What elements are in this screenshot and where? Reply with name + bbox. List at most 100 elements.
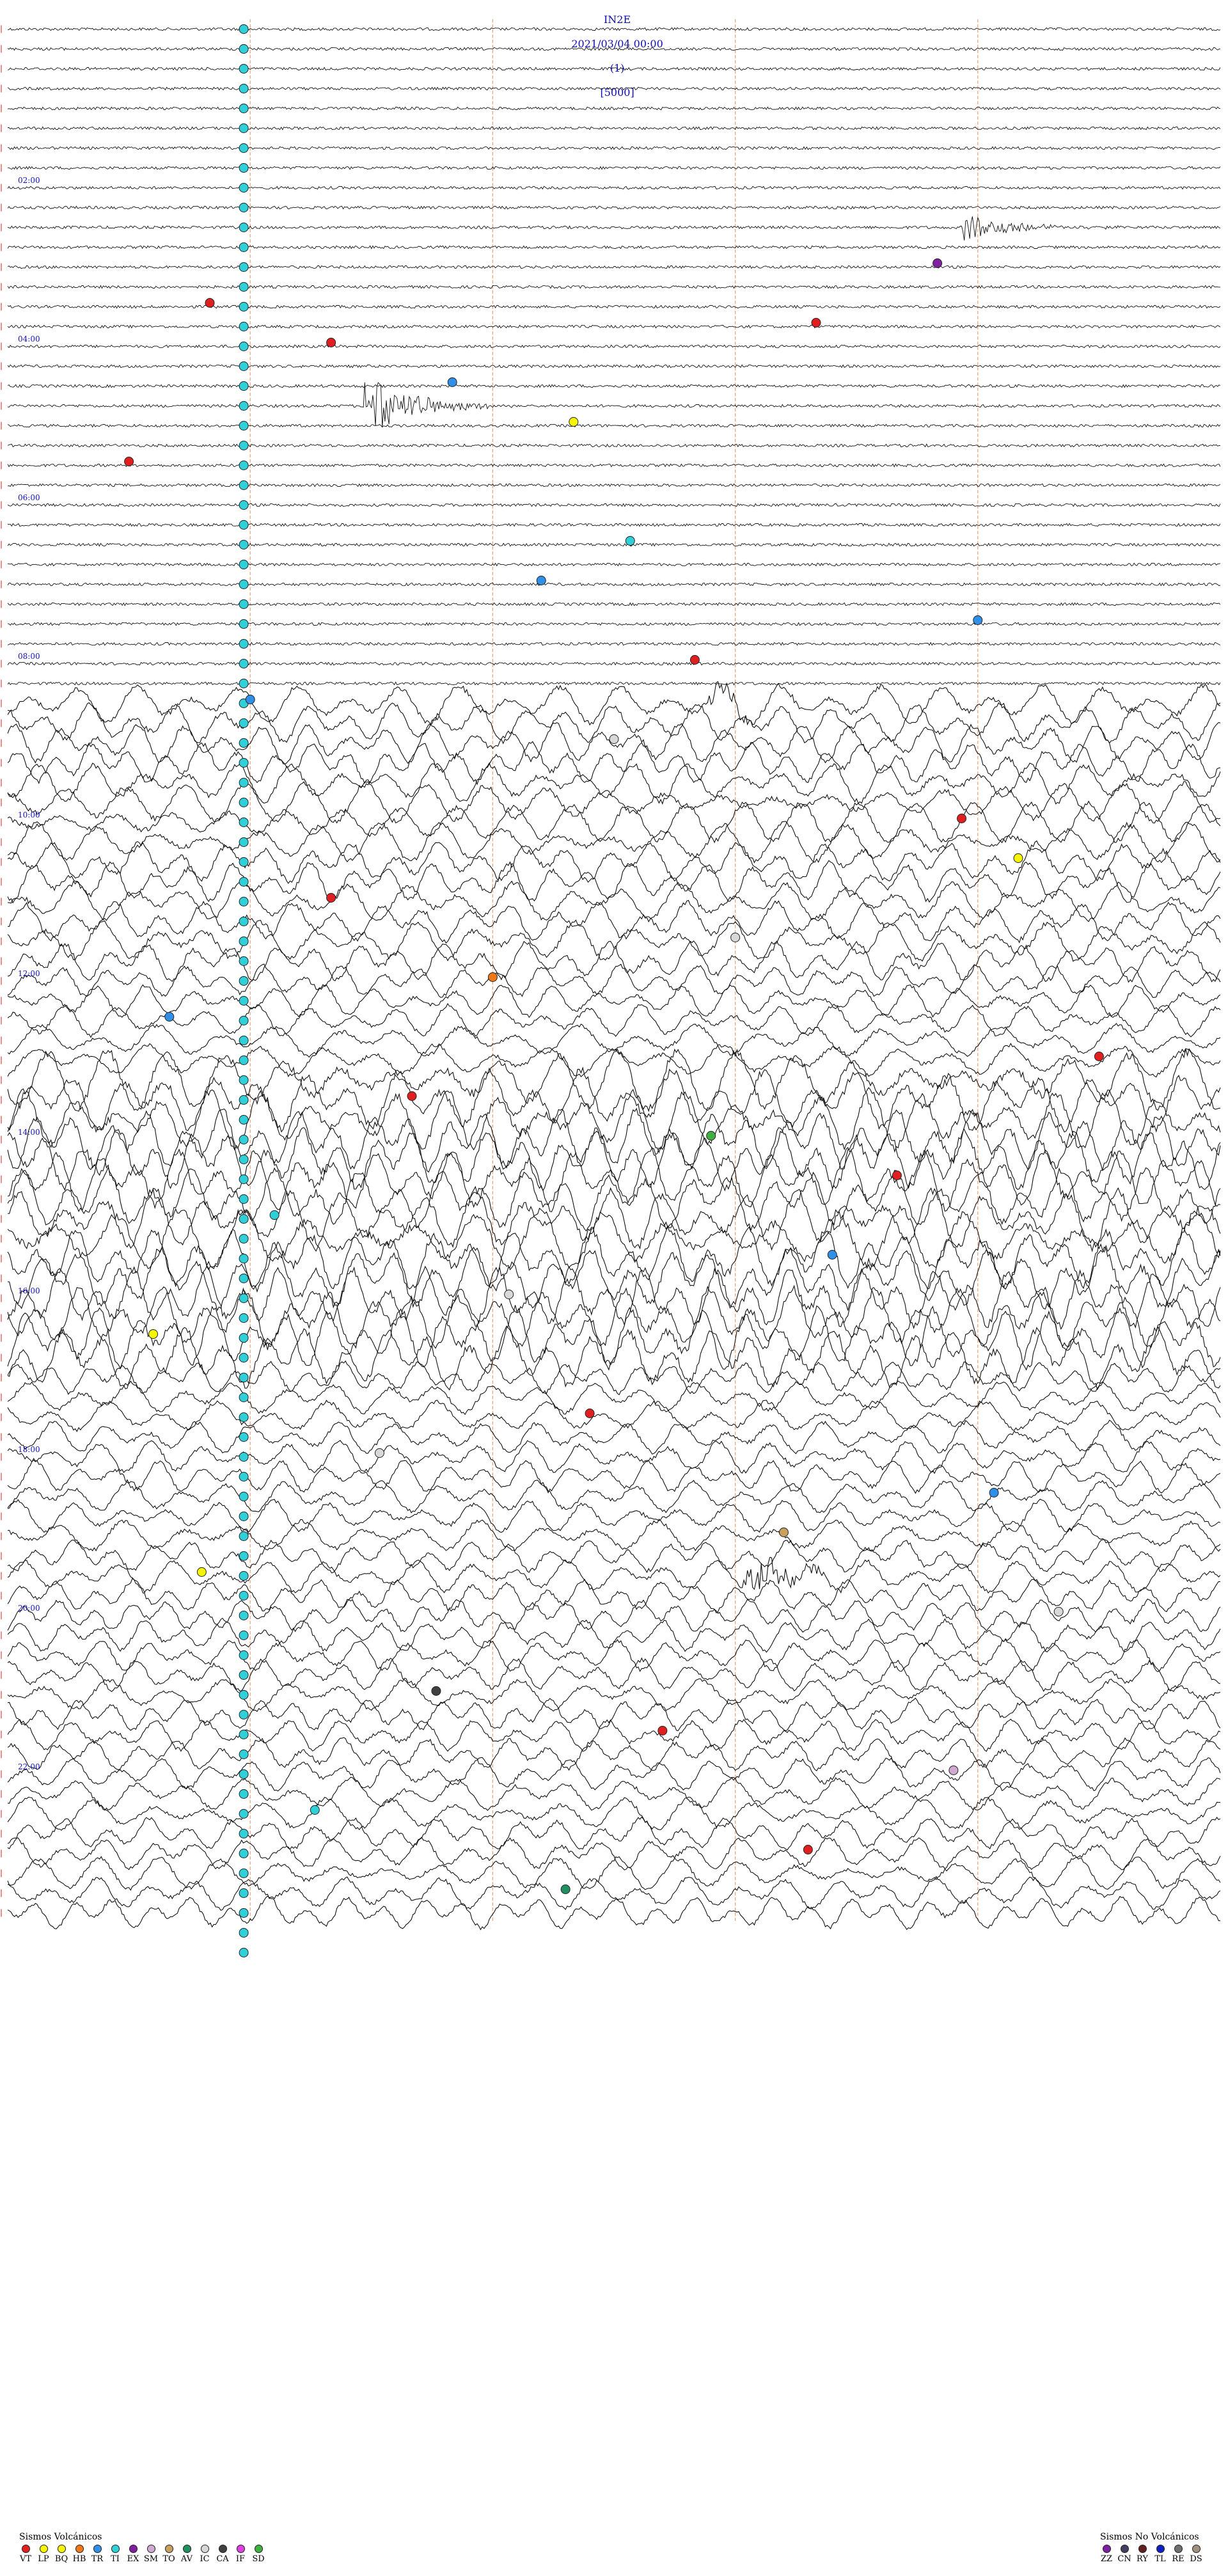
seismic-trace xyxy=(7,265,1221,269)
legend-item-ca: CA xyxy=(216,2545,229,2564)
event-marker xyxy=(504,1290,514,1299)
seismic-trace xyxy=(7,1737,1221,1771)
seismic-trace xyxy=(7,1226,1221,1290)
event-marker xyxy=(487,972,498,982)
event-marker xyxy=(239,1293,249,1303)
seismic-trace xyxy=(7,1305,1221,1371)
event-marker xyxy=(239,1591,249,1600)
hour-label: 20:00 xyxy=(18,1604,40,1613)
seismic-trace xyxy=(7,562,1221,567)
event-marker xyxy=(892,1171,902,1180)
legend-code: IF xyxy=(235,2554,246,2564)
event-marker xyxy=(239,758,249,768)
legend-code: TI xyxy=(111,2554,120,2564)
event-marker xyxy=(239,1908,249,1918)
legend-item-bq: BQ xyxy=(55,2545,68,2564)
hour-label: 22:00 xyxy=(18,1762,40,1771)
legend-dot xyxy=(1102,2545,1111,2553)
legend-dot xyxy=(93,2545,102,2553)
event-marker xyxy=(124,457,134,466)
event-marker xyxy=(239,282,249,292)
legend-code: SM xyxy=(143,2554,159,2564)
seismic-trace xyxy=(7,1556,1221,1594)
event-marker xyxy=(407,1091,417,1101)
hour-label: 18:00 xyxy=(18,1445,40,1454)
legend-code: TL xyxy=(1154,2554,1166,2564)
legend-item-sd: SD xyxy=(252,2545,265,2564)
event-marker xyxy=(625,536,635,546)
event-marker xyxy=(949,1766,959,1775)
seismic-trace xyxy=(7,186,1221,190)
seismic-trace xyxy=(7,984,1221,1018)
seismic-trace xyxy=(7,1876,1221,1911)
event-marker xyxy=(239,1531,249,1541)
legend-dot xyxy=(39,2545,48,2553)
legend-dot xyxy=(129,2545,138,2553)
event-marker xyxy=(239,1452,249,1462)
seismic-trace xyxy=(7,523,1221,527)
seismic-trace xyxy=(7,880,1221,922)
seismic-trace xyxy=(7,463,1221,468)
legend-code: HB xyxy=(72,2554,86,2564)
seismic-trace xyxy=(7,1360,1221,1396)
event-marker xyxy=(239,123,249,133)
event-marker xyxy=(1013,853,1023,863)
seismic-trace xyxy=(7,1048,1221,1112)
legend-item-ic: IC xyxy=(198,2545,211,2564)
seismic-trace xyxy=(7,245,1221,249)
event-marker xyxy=(239,1869,249,1878)
event-marker xyxy=(239,1710,249,1719)
seismic-trace xyxy=(7,344,1221,349)
event-marker xyxy=(269,1210,279,1220)
event-marker xyxy=(239,163,249,173)
event-marker xyxy=(569,417,579,427)
seismic-trace xyxy=(7,216,1221,241)
event-marker xyxy=(239,1234,249,1244)
event-marker xyxy=(239,1928,249,1938)
event-marker xyxy=(239,1214,249,1224)
seismic-trace xyxy=(7,1380,1221,1416)
seismic-trace xyxy=(7,1519,1221,1553)
legend-code: ZZ xyxy=(1100,2554,1113,2564)
seismic-trace xyxy=(7,146,1221,150)
legend-code: DS xyxy=(1190,2554,1202,2564)
legend-dot xyxy=(146,2545,155,2553)
legend-dot xyxy=(218,2545,227,2553)
event-marker xyxy=(239,936,249,946)
event-marker xyxy=(239,302,249,312)
seismic-trace xyxy=(7,1895,1221,1931)
event-marker xyxy=(239,1809,249,1819)
seismic-trace xyxy=(7,1478,1221,1513)
event-marker xyxy=(657,1726,668,1735)
event-marker xyxy=(239,877,249,887)
legend-item-tr: TR xyxy=(91,2545,104,2564)
event-marker xyxy=(239,1849,249,1858)
hour-label: 12:00 xyxy=(18,969,40,978)
event-marker xyxy=(239,1472,249,1482)
event-marker xyxy=(239,1829,249,1838)
seismic-trace xyxy=(7,1459,1221,1494)
legend-item-ry: RY xyxy=(1136,2545,1149,2564)
legend-item-ex: EX xyxy=(127,2545,139,2564)
legend-dot xyxy=(1174,2545,1183,2553)
event-marker xyxy=(239,500,249,510)
legend-item-tl: TL xyxy=(1154,2545,1167,2564)
event-marker xyxy=(239,1036,249,1045)
event-marker xyxy=(239,421,249,431)
seismic-trace xyxy=(7,106,1221,111)
legend-code: RE xyxy=(1172,2554,1185,2564)
seismic-trace xyxy=(7,1599,1221,1633)
event-marker xyxy=(239,996,249,1006)
event-marker xyxy=(239,1135,249,1144)
seismic-trace xyxy=(7,1638,1221,1673)
event-marker xyxy=(730,933,741,942)
legend-item-av: AV xyxy=(180,2545,193,2564)
event-marker xyxy=(239,381,249,391)
event-marker xyxy=(536,576,546,585)
legend-nonvolcanic-title: Sismos No Volcánicos xyxy=(1100,2532,1199,2542)
legend-code: BQ xyxy=(54,2554,68,2564)
event-marker xyxy=(239,520,249,530)
legend-code: SD xyxy=(252,2554,265,2564)
seismic-trace xyxy=(7,1577,1221,1613)
event-marker xyxy=(239,1174,249,1184)
